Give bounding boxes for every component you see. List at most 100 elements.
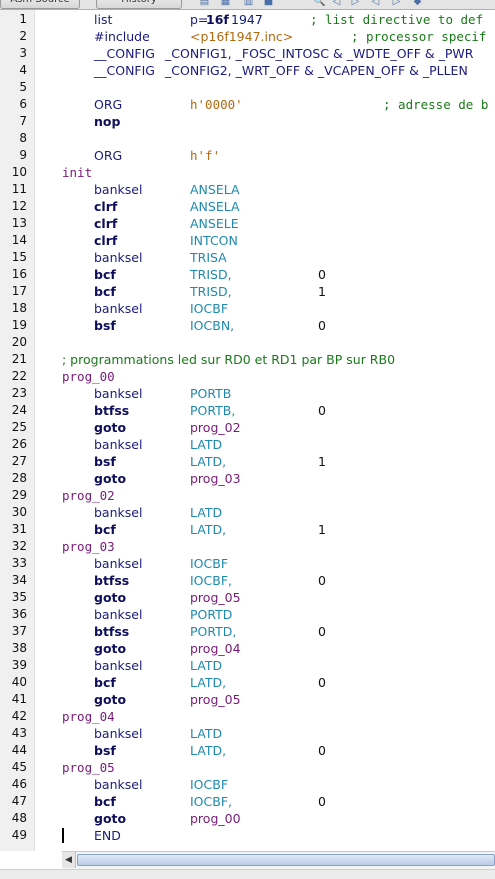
instruction: banksel (94, 301, 143, 316)
code-line[interactable]: goto prog_04 (0, 640, 495, 657)
code-line[interactable]: btfss PORTB, 0 (0, 402, 495, 419)
code-line[interactable]: ORG h'f' (0, 147, 495, 164)
code-line[interactable]: #include <p16f1947.inc> ; processor specif (0, 28, 495, 45)
register-operand: LATD, (190, 522, 227, 537)
opcode: clrf (94, 216, 118, 231)
code-line[interactable]: prog_04 (0, 708, 495, 725)
register-operand: TRISD, (190, 267, 232, 282)
code-line[interactable]: __CONFIG _CONFIG1, _FOSC_INTOSC & _WDTE_O… (0, 45, 495, 62)
code-line[interactable]: clrf ANSELA (0, 198, 495, 215)
register-operand: ANSELA (190, 199, 240, 214)
jump-target: prog_05 (190, 590, 241, 605)
code-line[interactable]: banksel LATD (0, 725, 495, 742)
bit-operand: 0 (318, 403, 326, 418)
opcode: bsf (94, 318, 116, 333)
code-line[interactable]: bcf TRISD, 0 (0, 266, 495, 283)
code-line[interactable]: __CONFIG _CONFIG2, _WRT_OFF & _VCAPEN_OFF… (0, 62, 495, 79)
code-line[interactable]: btfss IOCBF, 0 (0, 572, 495, 589)
code-line[interactable]: nop (0, 113, 495, 130)
opcode: goto (94, 641, 127, 656)
code-line[interactable]: bsf IOCBN, 0 (0, 317, 495, 334)
arrow-up-icon[interactable]: ◁ (370, 0, 381, 7)
code-line[interactable]: bcf LATD, 0 (0, 674, 495, 691)
arrow-left-icon[interactable]: ◁ (331, 0, 342, 7)
instruction: banksel (94, 250, 143, 265)
horizontal-scrollbar[interactable]: ◀ (62, 851, 495, 869)
code-line[interactable]: goto prog_00 (0, 810, 495, 827)
stop-icon[interactable]: ■ (263, 0, 274, 7)
code-line[interactable]: bsf LATD, 1 (0, 453, 495, 470)
code-line[interactable]: banksel LATD (0, 504, 495, 521)
code-line[interactable] (0, 130, 495, 147)
code-line[interactable]: banksel LATD (0, 657, 495, 674)
save-icon[interactable]: ▦ (220, 0, 231, 7)
code-line[interactable]: bcf TRISD, 1 (0, 283, 495, 300)
opcode: btfss (94, 403, 130, 418)
code-line[interactable]: banksel IOCBF (0, 776, 495, 793)
code-line[interactable]: init (0, 164, 495, 181)
bookmark-icon[interactable]: ◆ (412, 0, 423, 7)
code-line[interactable]: goto prog_03 (0, 470, 495, 487)
code-line[interactable]: ; programmations led sur RD0 et RD1 par … (0, 351, 495, 368)
code-line[interactable]: bcf LATD, 1 (0, 521, 495, 538)
code-line[interactable]: banksel TRISA (0, 249, 495, 266)
scrollbar-thumb[interactable] (77, 854, 495, 866)
register-operand: INTCON (190, 233, 238, 248)
instruction: banksel (94, 182, 143, 197)
code-line[interactable]: ORG h'0000' ; adresse de b (0, 96, 495, 113)
instruction: banksel (94, 437, 143, 452)
tab-asm-source[interactable]: Asm Source (0, 0, 80, 9)
code-line[interactable]: clrf ANSELE (0, 215, 495, 232)
org-address: h'f' (190, 148, 221, 163)
scroll-left-icon[interactable]: ◀ (62, 852, 76, 868)
code-line[interactable]: bcf IOCBF, 0 (0, 793, 495, 810)
register-operand: IOCBF, (190, 573, 232, 588)
opcode: clrf (94, 233, 118, 248)
code-line[interactable]: prog_02 (0, 487, 495, 504)
tab-history[interactable]: History (96, 0, 182, 9)
back-icon[interactable]: ▥ (243, 0, 254, 7)
code-line[interactable] (0, 334, 495, 351)
opcode: btfss (94, 624, 130, 639)
code-line[interactable]: goto prog_05 (0, 691, 495, 708)
opcode: bcf (94, 284, 116, 299)
opcode: bsf (94, 743, 116, 758)
code-line[interactable]: banksel ANSELA (0, 181, 495, 198)
arrow-right-icon[interactable]: ▷ (350, 0, 361, 7)
code-line[interactable]: banksel PORTD (0, 606, 495, 623)
register-operand: IOCBF (190, 556, 229, 571)
jump-target: prog_00 (190, 811, 241, 826)
bit-operand: 1 (318, 454, 326, 469)
arrow-down-icon[interactable]: ▷ (391, 0, 402, 7)
opcode: goto (94, 811, 127, 826)
code-line[interactable]: banksel PORTB (0, 385, 495, 402)
instruction: banksel (94, 386, 143, 401)
code-line[interactable]: bsf LATD, 0 (0, 742, 495, 759)
code-line[interactable]: clrf INTCON (0, 232, 495, 249)
code-line[interactable]: END (0, 827, 495, 844)
file-icon[interactable]: ▤ (199, 0, 210, 7)
code-line[interactable]: banksel LATD (0, 436, 495, 453)
opcode: goto (94, 692, 127, 707)
code-line[interactable]: goto prog_05 (0, 589, 495, 606)
code-line[interactable]: banksel IOCBF (0, 555, 495, 572)
register-operand: LATD, (190, 675, 227, 690)
instruction: banksel (94, 658, 143, 673)
code-line[interactable]: btfss PORTD, 0 (0, 623, 495, 640)
code-line[interactable]: prog_05 (0, 759, 495, 776)
org-directive: ORG (94, 148, 123, 163)
opcode: clrf (94, 199, 118, 214)
code-line[interactable]: prog_03 (0, 538, 495, 555)
processor-number: 1947 (231, 12, 263, 27)
code-line[interactable] (0, 79, 495, 96)
register-operand: LATD (190, 505, 223, 520)
jump-target: prog_03 (190, 471, 241, 486)
code-line[interactable]: banksel IOCBF (0, 300, 495, 317)
search-icon[interactable]: 🔍 (313, 0, 325, 7)
toolbar-divider (0, 9, 495, 10)
opcode: bcf (94, 794, 116, 809)
opcode: goto (94, 590, 127, 605)
code-line[interactable]: goto prog_02 (0, 419, 495, 436)
code-line[interactable]: prog_00 (0, 368, 495, 385)
code-line[interactable]: list p= 16f 1947; list directive to def (0, 11, 495, 28)
